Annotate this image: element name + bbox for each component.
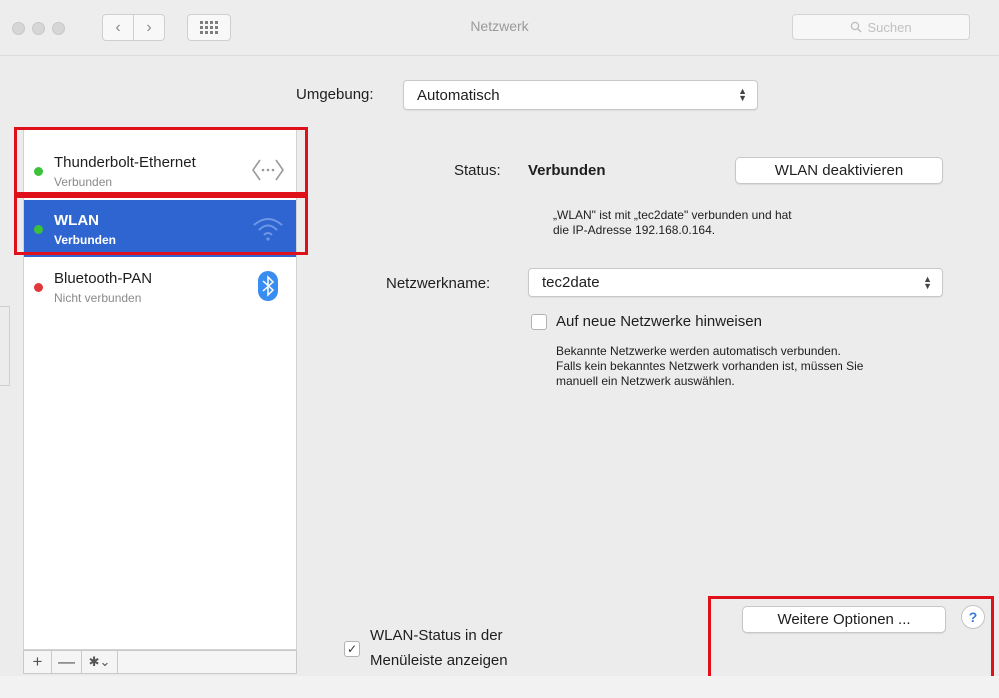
wlan-toggle-button[interactable]: WLAN deaktivieren [735, 157, 943, 184]
status-dot-connected [34, 167, 43, 176]
show-wlan-status-label-line-1: WLAN-Status in der [370, 627, 503, 644]
service-item-bluetooth-pan[interactable]: Bluetooth-PAN Nicht verbunden [24, 258, 296, 315]
status-description-line-1: „WLAN" ist mit „tec2date" verbunden und … [553, 208, 792, 222]
select-arrows-icon: ▲ ▼ [923, 273, 932, 291]
remove-service-button[interactable]: — [52, 651, 82, 673]
service-status: Verbunden [54, 175, 113, 189]
checkmark-icon: ✓ [346, 642, 358, 656]
service-actions-gear-button[interactable]: ✱⌄ [82, 651, 118, 673]
search-field[interactable]: Suchen [792, 14, 970, 40]
service-name: WLAN [54, 212, 99, 229]
location-select[interactable]: Automatisch ▲ ▼ [403, 80, 758, 110]
bluetooth-icon [250, 268, 286, 304]
service-list: Thunderbolt-Ethernet Verbunden WLAN Verb… [23, 128, 297, 650]
service-name: Bluetooth-PAN [54, 270, 153, 287]
window-edge-decoration [0, 336, 10, 386]
service-item-wlan[interactable]: WLAN Verbunden [24, 200, 296, 257]
status-label: Status: [454, 162, 501, 179]
ask-new-networks-checkbox[interactable] [531, 314, 547, 330]
wifi-icon [250, 210, 286, 246]
network-name-value: tec2date [542, 274, 600, 291]
ask-description-line-2: Falls kein bekanntes Netzwerk vorhanden … [556, 359, 864, 373]
ask-new-networks-label: Auf neue Netzwerke hinweisen [556, 313, 762, 330]
network-name-label: Netzwerkname: [386, 275, 491, 292]
title-bar: ‹ › Netzwerk Suchen [0, 0, 999, 56]
location-label: Umgebung: [296, 86, 374, 103]
add-service-button[interactable]: + [24, 651, 52, 673]
status-description-line-2: die IP-Adresse 192.168.0.164. [553, 223, 716, 237]
status-dot-connected [34, 225, 43, 234]
show-wlan-status-label-line-2: Menüleiste anzeigen [370, 652, 508, 669]
help-button[interactable]: ? [961, 605, 985, 629]
ask-description-line-3: manuell ein Netzwerk auswählen. [556, 374, 735, 388]
advanced-options-button[interactable]: Weitere Optionen ... [742, 606, 946, 633]
network-preferences-window: ‹ › Netzwerk Suchen Umgebung: Automatisc… [0, 0, 999, 698]
service-name: Thunderbolt-Ethernet [54, 154, 196, 171]
service-item-thunderbolt-ethernet[interactable]: Thunderbolt-Ethernet Verbunden [24, 142, 296, 199]
search-placeholder: Suchen [867, 19, 912, 35]
select-arrows-icon: ▲ ▼ [738, 86, 747, 103]
ethernet-arrows-icon [250, 152, 286, 188]
ask-description-line-1: Bekannte Netzwerke werden automatisch ve… [556, 344, 841, 358]
service-status: Verbunden [54, 233, 117, 247]
window-bottom-strip [0, 676, 999, 698]
status-dot-disconnected [34, 283, 43, 292]
location-value: Automatisch [417, 86, 500, 104]
service-list-toolbar: + — ✱⌄ [23, 650, 297, 674]
service-status: Nicht verbunden [54, 291, 142, 305]
search-icon [851, 21, 862, 33]
show-wlan-status-checkbox[interactable]: ✓ [344, 641, 360, 657]
status-value: Verbunden [528, 162, 606, 179]
network-name-select[interactable]: tec2date ▲ ▼ [528, 268, 943, 297]
window-edge-decoration [0, 306, 10, 336]
